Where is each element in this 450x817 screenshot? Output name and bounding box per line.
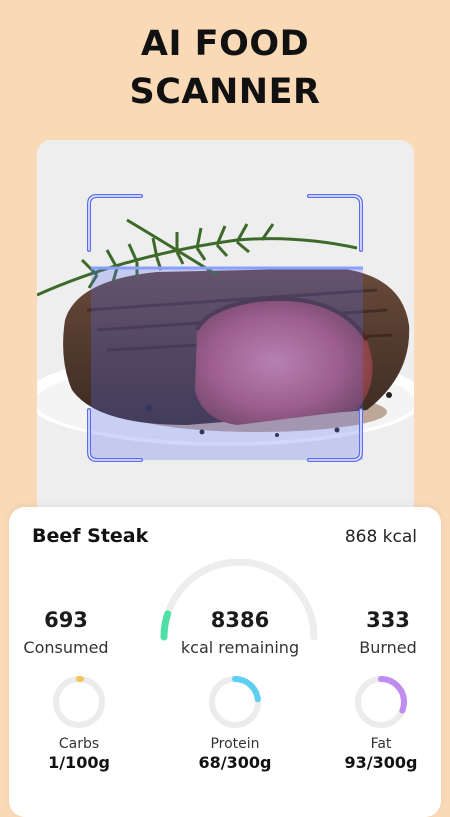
carbs-value: 1/100g (48, 753, 110, 772)
headline: AI FOOD SCANNER (0, 20, 450, 116)
remaining-stat: 8386 kcal remaining (170, 607, 310, 659)
headline-line-1: AI FOOD (140, 24, 310, 64)
food-calories: 868 kcal (344, 527, 417, 547)
fat-value: 93/300g (344, 753, 418, 772)
protein-label: Protein (210, 736, 260, 752)
consumed-value: 693 (44, 608, 88, 632)
remaining-label: kcal remaining (180, 638, 300, 657)
burned-label: Burned (359, 638, 417, 657)
consumed-label: Consumed (23, 638, 109, 657)
remaining-value: 8386 (210, 608, 270, 632)
food-name: Beef Steak (32, 525, 149, 547)
burned-value: 333 (366, 608, 410, 632)
food-photo-card (37, 140, 414, 540)
protein-value: 68/300g (198, 753, 272, 772)
nutrition-result-card: Beef Steak 868 kcal 693 Consumed 8386 kc… (9, 507, 441, 817)
consumed-stat: 693 Consumed (1, 607, 131, 659)
burned-stat: 333 Burned (323, 607, 450, 659)
protein-ring (209, 676, 261, 728)
protein-macro: Protein 68/300g (180, 735, 290, 773)
carbs-label: Carbs (58, 736, 100, 752)
carbs-macro: Carbs 1/100g (24, 735, 134, 773)
fat-label: Fat (370, 736, 392, 752)
headline-line-2: SCANNER (129, 72, 321, 112)
fat-macro: Fat 93/300g (326, 735, 436, 773)
food-photo (37, 140, 414, 540)
carbs-ring (53, 676, 105, 728)
fat-ring (355, 676, 407, 728)
